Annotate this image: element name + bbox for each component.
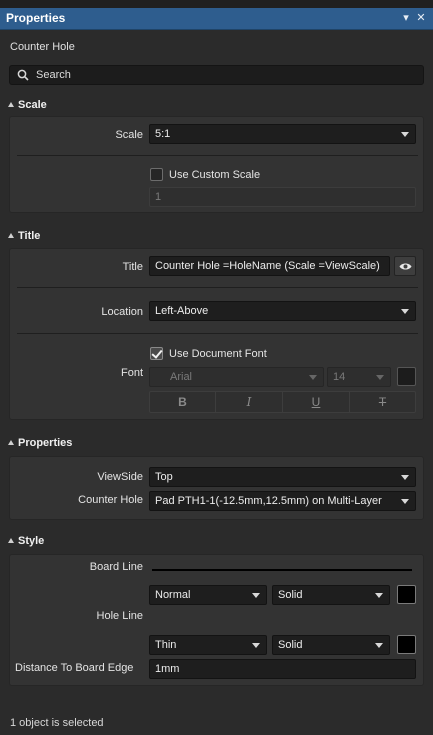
style-panel: Board Line Normal Solid Hole Line Thin S… xyxy=(9,554,424,686)
hole-line-label: Hole Line xyxy=(96,610,143,622)
scale-panel: Scale 5:1 Use Custom Scale 1 xyxy=(9,116,424,213)
eye-icon xyxy=(399,263,412,270)
counter-hole-dropdown[interactable]: Pad PTH1-1(-12.5mm,12.5mm) on Multi-Laye… xyxy=(149,491,416,511)
search-placeholder: Search xyxy=(36,69,71,81)
chevron-down-icon xyxy=(375,643,383,648)
use-custom-scale-label: Use Custom Scale xyxy=(169,169,261,181)
underline-button[interactable]: U xyxy=(283,392,350,412)
top-edge xyxy=(0,0,433,8)
panel-titlebar: Properties ▾ ✕ xyxy=(0,8,433,30)
scale-label: Scale xyxy=(115,129,143,141)
section-header-style[interactable]: Style xyxy=(8,535,44,547)
title-label: Title xyxy=(122,261,143,273)
hole-line-style-dropdown-2[interactable]: Solid xyxy=(272,635,390,655)
close-icon[interactable]: ✕ xyxy=(414,11,428,25)
hole-line-color-swatch-1[interactable] xyxy=(397,585,416,604)
board-line-label: Board Line xyxy=(89,561,143,573)
counter-hole-label: Counter Hole xyxy=(78,494,143,506)
section-header-properties[interactable]: Properties xyxy=(8,437,72,449)
use-document-font-checkbox[interactable] xyxy=(150,347,163,360)
title-input[interactable]: Counter Hole =HoleName (Scale =ViewScale… xyxy=(149,256,390,276)
custom-scale-input[interactable]: 1 xyxy=(149,187,416,207)
hole-line-color-swatch-2[interactable] xyxy=(397,635,416,654)
divider xyxy=(17,287,418,288)
font-color-swatch[interactable] xyxy=(397,367,416,386)
chevron-down-icon xyxy=(401,475,409,480)
location-dropdown[interactable]: Left-Above xyxy=(149,301,416,321)
hole-line-style-dropdown-1[interactable]: Solid xyxy=(272,585,390,605)
viewside-dropdown[interactable]: Top xyxy=(149,467,416,487)
location-label: Location xyxy=(101,306,143,318)
scale-dropdown[interactable]: 5:1 xyxy=(149,124,416,144)
board-line-preview xyxy=(152,569,412,571)
chevron-down-icon xyxy=(375,593,383,598)
bold-button[interactable]: B xyxy=(150,392,216,412)
chevron-down-icon xyxy=(252,643,260,648)
strikethrough-button[interactable]: T xyxy=(350,392,415,412)
chevron-down-icon xyxy=(401,499,409,504)
title-visibility-button[interactable] xyxy=(394,256,416,276)
font-size-dropdown[interactable]: 14 xyxy=(327,367,391,387)
hole-line-weight-dropdown-2[interactable]: Thin xyxy=(149,635,267,655)
properties-panel: ViewSide Top Counter Hole Pad PTH1-1(-12… xyxy=(9,456,424,520)
chevron-down-icon xyxy=(376,375,384,380)
hole-line-weight-dropdown-1[interactable]: Normal xyxy=(149,585,267,605)
italic-button[interactable]: I xyxy=(216,392,283,412)
panel-title: Properties xyxy=(6,11,66,25)
search-input[interactable]: Search xyxy=(9,65,424,85)
divider xyxy=(17,333,418,334)
chevron-down-icon xyxy=(252,593,260,598)
font-family-dropdown[interactable]: Arial xyxy=(149,367,324,387)
viewside-label: ViewSide xyxy=(97,471,143,483)
panel-menu-icon[interactable]: ▾ xyxy=(399,11,413,25)
use-custom-scale-checkbox[interactable] xyxy=(150,168,163,181)
font-label: Font xyxy=(120,367,143,379)
divider xyxy=(17,155,418,156)
search-icon xyxy=(17,69,29,81)
collapse-icon xyxy=(8,440,14,445)
title-panel: Title Counter Hole =HoleName (Scale =Vie… xyxy=(9,248,424,420)
use-document-font-label: Use Document Font xyxy=(169,348,267,360)
section-header-scale[interactable]: Scale xyxy=(8,99,47,111)
collapse-icon xyxy=(8,102,14,107)
section-header-title[interactable]: Title xyxy=(8,230,40,242)
collapse-icon xyxy=(8,538,14,543)
distance-to-board-edge-label: Distance To Board Edge xyxy=(15,662,134,674)
distance-to-board-edge-input[interactable]: 1mm xyxy=(149,659,416,679)
chevron-down-icon xyxy=(309,375,317,380)
chevron-down-icon xyxy=(401,132,409,137)
font-format-toolbar: B I U T xyxy=(149,391,416,413)
chevron-down-icon xyxy=(401,309,409,314)
object-type-label: Counter Hole xyxy=(10,41,75,53)
collapse-icon xyxy=(8,233,14,238)
status-bar-text: 1 object is selected xyxy=(10,717,104,729)
